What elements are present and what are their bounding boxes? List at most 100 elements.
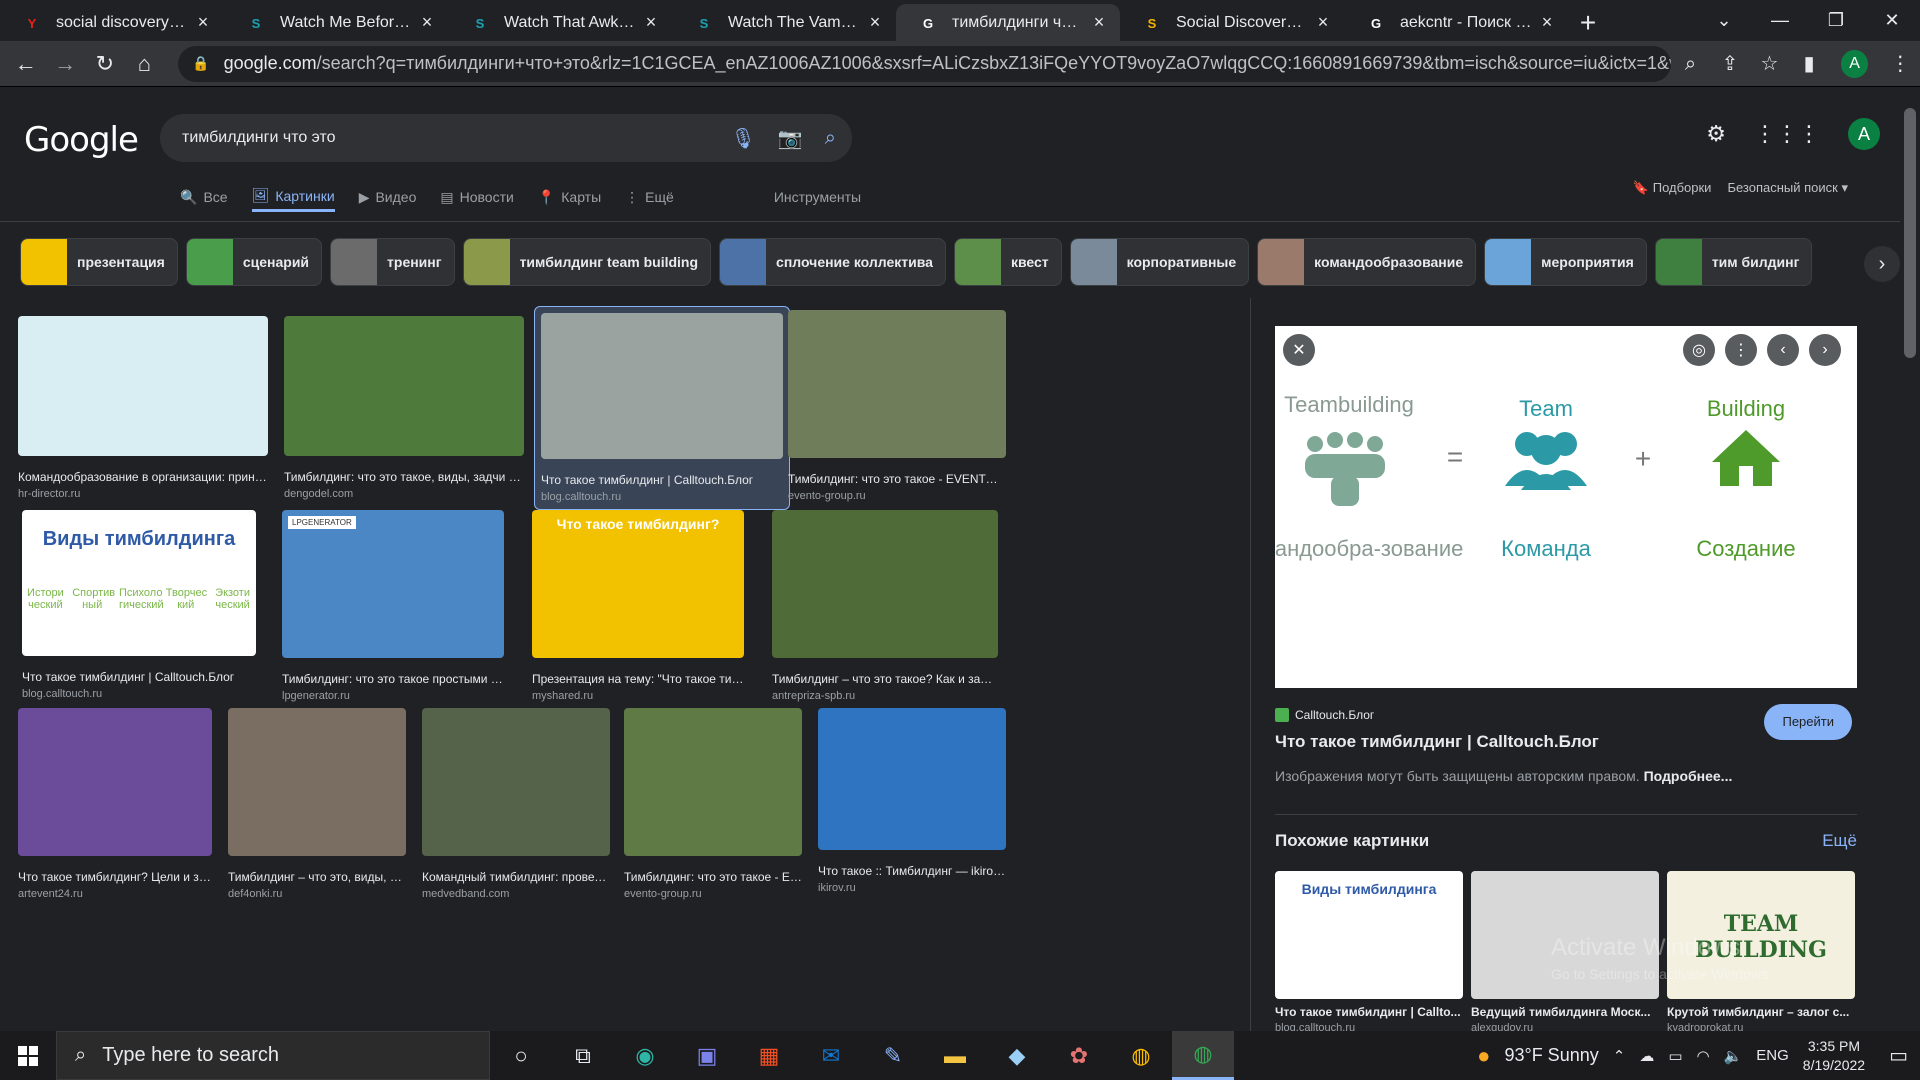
side-panel-icon[interactable]: ▮ (1789, 46, 1829, 82)
tab-5[interactable]: ⋮ Ещё (625, 186, 674, 212)
similar-image[interactable]: Виды тимбилдинга Что такое тимбилдинг | C… (1275, 871, 1463, 1031)
chips-next-button[interactable]: › (1864, 246, 1900, 282)
tab-2[interactable]: ▶ Видео (359, 186, 417, 212)
home-icon[interactable]: ⌂ (125, 44, 165, 84)
store-icon[interactable]: ▦ (738, 1031, 800, 1080)
tools-button[interactable]: Инструменты (774, 186, 861, 212)
google-logo[interactable]: Google (24, 120, 139, 160)
image-result[interactable]: LPGENERATOR Тимбилдинг: что это такое про… (282, 510, 504, 702)
google-avatar[interactable]: A (1848, 118, 1880, 150)
browser-tab[interactable]: Gaekcntr - Поиск в Go × (1344, 4, 1568, 41)
result-thumbnail[interactable] (818, 708, 1006, 850)
related-chip[interactable]: сплочение коллектива (719, 238, 946, 286)
taskbar-search[interactable]: ⌕ Type here to search (56, 1031, 490, 1080)
image-result[interactable]: Что такое :: Тимбилдинг — ikirov.ru - ..… (818, 708, 1006, 894)
result-thumbnail[interactable] (772, 510, 998, 658)
image-result[interactable]: Что такое тимбилдинг? Цели и задач... art… (18, 708, 212, 900)
image-result[interactable]: Что такое тимбилдинг | Calltouch.Блог blo… (534, 306, 790, 510)
related-chip[interactable]: корпоративные (1069, 238, 1250, 286)
windows-start-button[interactable] (0, 1031, 56, 1080)
cloud-icon[interactable]: ☁ (1639, 1047, 1654, 1065)
search-icon[interactable]: ⌕ (825, 127, 836, 150)
result-caption[interactable]: Что такое тимбилдинг | Calltouch.Блог (541, 473, 783, 487)
browser-tab[interactable]: S Watch Me Before You × (224, 4, 448, 41)
image-result[interactable]: Тимбилдинг: что это такое - EVEN... event… (624, 708, 802, 900)
edge-icon[interactable]: ◉ (614, 1031, 676, 1080)
result-thumbnail[interactable] (284, 316, 524, 456)
lens-icon[interactable]: ◎ (1683, 334, 1715, 366)
image-result[interactable]: Тимбилдинг: что это такое - EVENTO | Eve… (788, 310, 1006, 502)
preview-title[interactable]: Что такое тимбилдинг | Calltouch.Блог (1275, 732, 1599, 752)
page-scrollbar[interactable] (1900, 88, 1920, 1031)
image-result[interactable]: Что такое тимбилдинг? Презентация на тему… (532, 510, 744, 702)
image-result[interactable]: Тимбилдинг – что это такое? Как и зачем … (772, 510, 998, 702)
image-result[interactable]: Виды тимбилдинга Истори ческий Спортив ный… (22, 510, 256, 700)
image-result[interactable]: Тимбилдинг – что это, виды, назн... def4o… (228, 708, 406, 900)
image-result[interactable]: Командообразование в организации: принци… (18, 316, 268, 500)
camera-icon[interactable]: 📷 (778, 126, 803, 151)
minimize-button[interactable]: — (1752, 0, 1808, 40)
tab-4[interactable]: 📍 Карты (538, 186, 601, 212)
result-caption[interactable]: Тимбилдинг – что это такое? Как и зачем … (772, 672, 998, 686)
language-indicator[interactable]: ENG (1756, 1047, 1789, 1064)
maximize-button[interactable]: ❐ (1808, 0, 1864, 40)
result-thumbnail[interactable]: Виды тимбилдинга Истори ческий Спортив ный… (22, 510, 256, 656)
related-chip[interactable]: тим билдинг (1654, 238, 1813, 286)
result-caption[interactable]: Тимбилдинг – что это, виды, назн... (228, 870, 406, 884)
result-thumbnail[interactable] (18, 316, 268, 456)
search-input[interactable]: тимбилдинги что это 🎙 📷 ⌕ (160, 114, 852, 162)
tab-close-icon[interactable]: × (1090, 13, 1108, 31)
related-chip[interactable]: презентация (20, 238, 178, 286)
result-caption[interactable]: Тимбилдинг: что это такое простыми слова… (282, 672, 504, 686)
tray-chevron-icon[interactable]: ⌃ (1613, 1047, 1626, 1065)
mail-icon[interactable]: ✉ (800, 1031, 862, 1080)
apps-grid-icon[interactable]: ⋮⋮⋮ (1754, 121, 1820, 147)
prev-image-icon[interactable]: ‹ (1767, 334, 1799, 366)
preview-image[interactable]: Teambuilding Командообра-зование = Team … (1235, 326, 1857, 688)
image-result[interactable]: Командный тимбилдинг: проведени... medved… (422, 708, 610, 900)
tab-close-icon[interactable]: × (1314, 13, 1332, 31)
similar-caption[interactable]: Что такое тимбилдинг | Callto... (1275, 1005, 1463, 1019)
task-view-icon[interactable]: ⧉ (552, 1031, 614, 1080)
similar-thumbnail[interactable]: Виды тимбилдинга (1275, 871, 1463, 999)
close-window-button[interactable]: ✕ (1864, 0, 1920, 40)
tab-search-icon[interactable]: ⌄ (1696, 0, 1752, 40)
bookmark-star-icon[interactable]: ☆ (1750, 46, 1790, 82)
browser-tab[interactable]: S Social Discovery Vent × (1120, 4, 1344, 41)
file-explorer-icon[interactable]: ▬ (924, 1031, 986, 1080)
url-field[interactable]: 🔒 google.com /search?q=тимбилдинги+что+э… (178, 45, 1671, 82)
zoom-icon[interactable]: ⌕ (1671, 46, 1711, 82)
preview-site[interactable]: Calltouch.Блог (1275, 708, 1374, 722)
result-caption[interactable]: Командный тимбилдинг: проведени... (422, 870, 610, 884)
mic-icon[interactable]: 🎙 (731, 126, 756, 151)
tab-close-icon[interactable]: × (866, 13, 884, 31)
result-thumbnail[interactable] (788, 310, 1006, 458)
result-caption[interactable]: Тимбилдинг: что это такое, виды, задчи и… (284, 470, 524, 484)
reload-icon[interactable]: ↻ (85, 44, 125, 84)
result-thumbnail[interactable] (228, 708, 406, 856)
related-chip[interactable]: мероприятия (1484, 238, 1647, 286)
tab-close-icon[interactable]: × (642, 13, 660, 31)
menu-dots-icon[interactable]: ⋮ (1880, 46, 1920, 82)
result-thumbnail[interactable] (18, 708, 212, 856)
result-caption[interactable]: Презентация на тему: "Что такое тимбилди… (532, 672, 744, 686)
similar-caption[interactable]: Ведущий тимбилдинга Моск... (1471, 1005, 1659, 1019)
gear-icon[interactable]: ⚙ (1706, 121, 1726, 147)
tab-0[interactable]: 🔍 Все (180, 186, 228, 212)
collections-link[interactable]: 🔖 Подборки (1633, 180, 1712, 196)
notifications-icon[interactable]: ▭ (1889, 1043, 1908, 1068)
copyright-more-link[interactable]: Подробнее... (1644, 768, 1733, 784)
tab-close-icon[interactable]: × (1538, 13, 1556, 31)
close-preview-icon[interactable]: ✕ (1283, 334, 1315, 366)
result-thumbnail[interactable] (541, 313, 783, 459)
similar-caption[interactable]: Крутой тимбилдинг – залог с... (1667, 1005, 1855, 1019)
share-icon[interactable]: ⇪ (1710, 46, 1750, 82)
browser-tab[interactable]: S Watch The Vampire D × (672, 4, 896, 41)
related-chip[interactable]: тренинг (330, 238, 455, 286)
chrome-icon[interactable]: ◍ (1110, 1031, 1172, 1080)
scrollbar-thumb[interactable] (1904, 108, 1916, 358)
tab-close-icon[interactable]: × (194, 13, 212, 31)
browser-tab[interactable]: S Watch That Awkward × (448, 4, 672, 41)
tab-1[interactable]: 🖼 Картинки (251, 186, 335, 212)
notes-icon[interactable]: ◆ (986, 1031, 1048, 1080)
